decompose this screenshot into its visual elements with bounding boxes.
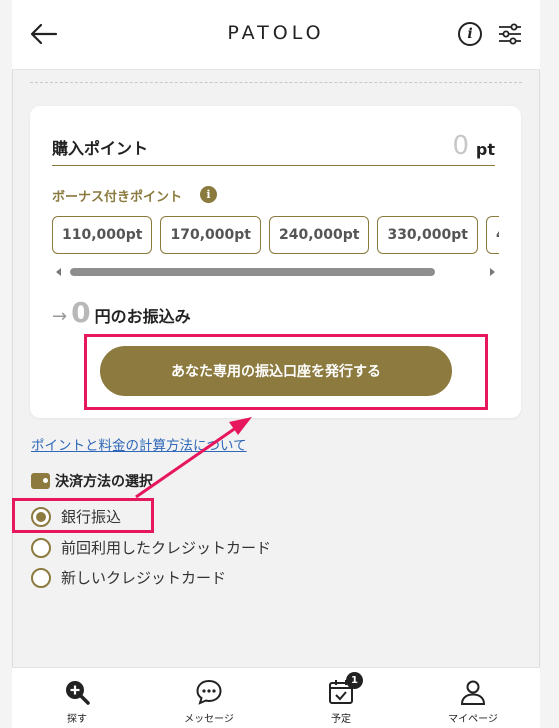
nav-item-search[interactable]: 探す	[32, 678, 122, 725]
nav-label: メッセージ	[184, 714, 234, 725]
nav-item-messages[interactable]: メッセージ	[164, 678, 254, 725]
purchase-points-value[interactable]: 0	[452, 131, 469, 161]
payment-option-label: 新しいクレジットカード	[61, 569, 227, 587]
settings-sliders-icon[interactable]	[498, 22, 522, 46]
bonus-option[interactable]: 170,000pt	[160, 216, 261, 254]
nav-label: 探す	[67, 714, 87, 725]
purchase-points-field[interactable]: 購入ポイント 0 pt	[52, 130, 495, 166]
scroll-left-icon[interactable]	[56, 268, 61, 276]
radio-button[interactable]	[31, 567, 51, 588]
nav-item-mypage[interactable]: マイページ	[428, 678, 518, 725]
transfer-amount-label: 円のお振込み	[94, 307, 191, 326]
transfer-total: → 0 円のお振込み	[52, 296, 191, 330]
bottom-nav: 探す メッセージ 1 予定 マイページ	[12, 667, 540, 728]
nav-label: マイページ	[448, 714, 498, 725]
scrollbar-thumb[interactable]	[70, 268, 435, 276]
chat-bubble-icon	[196, 679, 222, 705]
nav-item-schedule[interactable]: 1 予定	[296, 672, 386, 725]
payment-option-previous-card[interactable]: 前回利用したクレジットカード	[31, 537, 271, 558]
horizontal-scrollbar[interactable]	[52, 266, 499, 278]
scroll-right-icon[interactable]	[490, 268, 495, 276]
payment-option-new-card[interactable]: 新しいクレジットカード	[31, 567, 226, 588]
bonus-info-icon[interactable]: i	[200, 186, 217, 203]
person-icon	[460, 680, 486, 705]
bonus-points-label: ボーナス付きポイント	[52, 190, 183, 205]
notification-badge: 1	[346, 672, 363, 689]
highlight-box-bank-option	[12, 498, 154, 533]
arrow-right-icon: →	[52, 306, 68, 327]
nav-label: 予定	[331, 714, 351, 725]
radio-button[interactable]	[31, 537, 51, 558]
app-header: PATOLO i	[12, 0, 540, 70]
calculation-info-link[interactable]: ポイントと料金の計算方法について	[31, 434, 247, 454]
highlight-box-issue-button	[84, 334, 488, 410]
purchase-points-label: 購入ポイント	[52, 139, 149, 158]
divider	[30, 82, 522, 83]
payment-method-heading: 決済方法の選択	[31, 471, 153, 491]
bonus-option[interactable]: 110,000pt	[52, 216, 153, 254]
bonus-option[interactable]: 330,000pt	[377, 216, 478, 254]
search-plus-icon	[66, 681, 90, 705]
bonus-options: 110,000pt 170,000pt 240,000pt 330,000pt …	[52, 216, 499, 254]
bonus-option[interactable]: 240,000pt	[268, 216, 370, 254]
info-icon[interactable]: i	[458, 22, 482, 46]
wallet-icon	[31, 473, 50, 489]
payment-option-label: 前回利用したクレジットカード	[61, 539, 272, 557]
bonus-option[interactable]: 400,000pt	[485, 216, 499, 254]
payment-method-title: 決済方法の選択	[55, 474, 153, 490]
calendar-check-icon-wrapper: 1	[327, 672, 363, 706]
purchase-points-unit: pt	[475, 140, 495, 159]
bonus-options-scroller[interactable]: 110,000pt 170,000pt 240,000pt 330,000pt …	[52, 216, 499, 256]
transfer-amount: 0	[71, 296, 91, 329]
